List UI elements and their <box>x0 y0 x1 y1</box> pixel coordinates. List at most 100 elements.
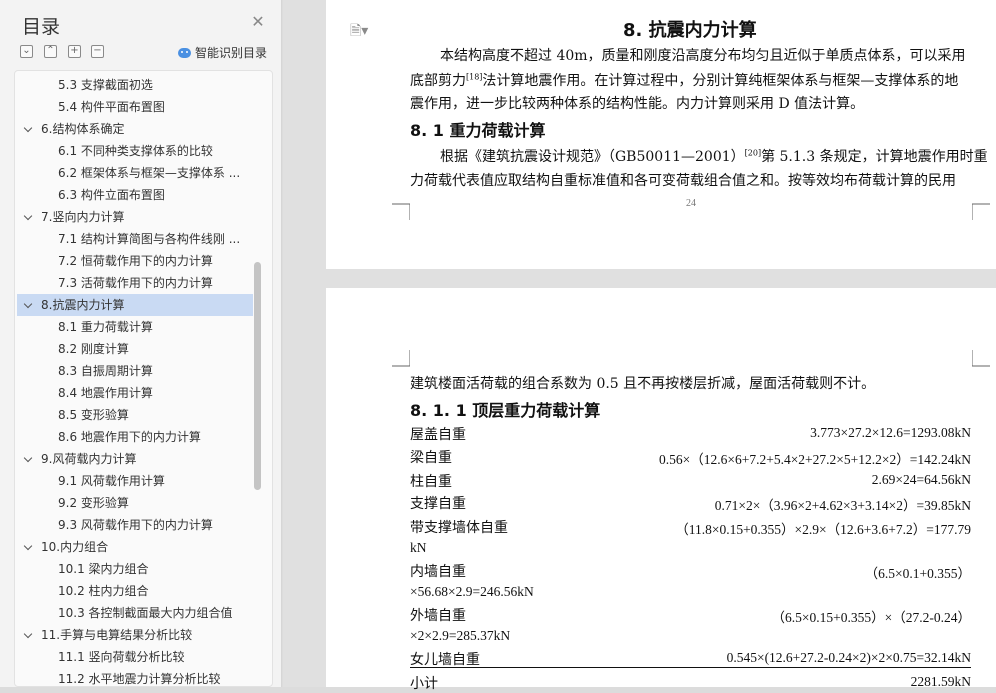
toc-section-item[interactable]: 6.2 框架体系与框架—支撑体系 ... <box>17 162 253 184</box>
toc-item-label: 10.2 柱内力组合 <box>58 584 149 598</box>
citation-ref[interactable]: [18] <box>466 72 482 81</box>
paragraph-line: 力荷载代表值应取结构自重标准值和各可变荷载组合值之和。按等效均布荷载计算的民用 <box>410 173 956 189</box>
toc-section-item[interactable]: 8.4 地震作用计算 <box>17 382 253 404</box>
toc-section-item[interactable]: 7.2 恒荷载作用下的内力计算 <box>17 250 253 272</box>
toc-item-label: 9.3 风荷载作用下的内力计算 <box>58 518 213 532</box>
toc-section-item[interactable]: 8.5 变形验算 <box>17 404 253 426</box>
toc-item-label: 8.抗震内力计算 <box>41 298 125 312</box>
toc-item-label: 11.2 水平地震力计算分析比较 <box>58 672 221 686</box>
toc-section-item[interactable]: 6.3 构件立面布置图 <box>17 184 253 206</box>
toc-panel: 目录 ✕ ⌄ ⌃ + − 智能识别目录 5.3 支撑截面初选 5.4 构件平面布置… <box>0 0 282 687</box>
collapse-all-icon[interactable]: ⌄ <box>20 45 33 58</box>
load-row-label: 支撑自重 <box>410 496 466 512</box>
page-number: 24 <box>686 198 696 209</box>
load-row-value: （11.8×0.15+0.355）×2.9×（12.6+3.6+7.2）=177… <box>675 522 971 537</box>
toc-chapter-item[interactable]: 8.抗震内力计算 <box>17 294 253 316</box>
toc-section-item[interactable]: 11.2 水平地震力计算分析比较 <box>17 668 253 686</box>
load-row-value: 0.56×（12.6×6+7.2+5.4×2+27.2×5+12.2×2）=14… <box>658 452 971 467</box>
toc-section-item[interactable]: 7.3 活荷载作用下的内力计算 <box>17 272 253 294</box>
toc-section-item[interactable]: 9.2 变形验算 <box>17 492 253 514</box>
page-icon[interactable]: 🗎▾ <box>350 20 368 44</box>
chevron-down-icon[interactable] <box>23 629 33 639</box>
chevron-down-icon[interactable] <box>23 123 33 133</box>
toc-item-label: 7.竖向内力计算 <box>41 210 125 224</box>
toc-chapter-item[interactable]: 7.竖向内力计算 <box>17 206 253 228</box>
load-row-value: （6.5×0.15+0.355）×（27.2-0.24） <box>771 610 971 625</box>
load-row-value: 0.71×2×（3.96×2+4.62×3+3.14×2）=39.85kN <box>714 498 971 513</box>
toc-section-item[interactable]: 11.1 竖向荷载分析比较 <box>17 646 253 668</box>
load-row-label: 梁自重 <box>410 450 452 466</box>
paragraph-line: 建筑楼面活荷载的组合系数为 0.5 且不再按楼层折减，屋面活荷载则不计。 <box>410 376 876 392</box>
toc-section-item[interactable]: 5.3 支撑截面初选 <box>17 74 253 96</box>
toc-item-label: 9.1 风荷载作用计算 <box>58 474 165 488</box>
load-row-value: 3.773×27.2×12.6=1293.08kN <box>810 425 971 440</box>
toc-chapter-item[interactable]: 9.风荷载内力计算 <box>17 448 253 470</box>
paragraph-line: 底部剪力[18]法计算地震作用。在计算过程中，分别计算纯框架体系与框架—支撑体系… <box>410 72 959 89</box>
remove-icon[interactable]: − <box>91 45 104 58</box>
chevron-down-icon[interactable] <box>23 453 33 463</box>
chevron-down-icon[interactable] <box>23 541 33 551</box>
chapter-heading: 8. 抗震内力计算 <box>623 20 757 41</box>
paragraph-line: 根据《建筑抗震设计规范》（GB50011—2001）[20]第 5.1.3 条规… <box>440 148 988 165</box>
toc-section-item[interactable]: 9.1 风荷载作用计算 <box>17 470 253 492</box>
chevron-down-icon[interactable] <box>23 211 33 221</box>
toc-item-label: 8.5 变形验算 <box>58 408 129 422</box>
toc-section-item[interactable]: 8.3 自振周期计算 <box>17 360 253 382</box>
load-row-label: 外墙自重 <box>410 608 466 624</box>
load-row-label: 带支撑墙体自重 <box>410 520 508 536</box>
crop-mark <box>972 350 990 367</box>
load-row-continuation: ×56.68×2.9=246.56kN <box>410 584 534 599</box>
toc-section-item[interactable]: 5.4 构件平面布置图 <box>17 96 253 118</box>
toc-item-label: 10.3 各控制截面最大内力组合值 <box>58 606 233 620</box>
toc-scrollbar[interactable] <box>254 262 261 490</box>
toc-item-label: 10.1 梁内力组合 <box>58 562 149 576</box>
load-row-value: 2.69×24=64.56kN <box>871 472 971 487</box>
toc-item-label: 11.手算与电算结果分析比较 <box>41 628 193 642</box>
total-rule <box>410 667 971 668</box>
close-icon[interactable]: ✕ <box>250 14 266 30</box>
paragraph-line: 本结构高度不超过 40m，质量和刚度沿高度分布均匀且近似于单质点体系，可以采用 <box>440 48 966 64</box>
toc-item-label: 9.2 变形验算 <box>58 496 129 510</box>
toc-section-item[interactable]: 8.1 重力荷载计算 <box>17 316 253 338</box>
chevron-down-icon[interactable] <box>23 299 33 309</box>
citation-ref[interactable]: [20] <box>745 148 761 157</box>
toc-section-item[interactable]: 10.1 梁内力组合 <box>17 558 253 580</box>
load-row-label: 内墙自重 <box>410 564 466 580</box>
crop-mark <box>972 203 990 220</box>
ai-toc-button[interactable]: 智能识别目录 <box>178 44 267 61</box>
load-row-value: 2281.59kN <box>910 674 971 689</box>
toc-item-label: 6.2 框架体系与框架—支撑体系 ... <box>58 166 241 180</box>
toc-chapter-item[interactable]: 11.手算与电算结果分析比较 <box>17 624 253 646</box>
toc-title: 目录 <box>22 16 61 38</box>
toc-item-label: 8.4 地震作用计算 <box>58 386 153 400</box>
toc-item-label: 6.结构体系确定 <box>41 122 125 136</box>
toc-section-item[interactable]: 7.1 结构计算简图与各构件线刚 ... <box>17 228 253 250</box>
expand-all-icon[interactable]: ⌃ <box>44 45 57 58</box>
toc-item-label: 8.1 重力荷载计算 <box>58 320 153 334</box>
toc-chapter-item[interactable]: 10.内力组合 <box>17 536 253 558</box>
toc-item-label: 10.内力组合 <box>41 540 109 554</box>
toc-section-item[interactable]: 8.2 刚度计算 <box>17 338 253 360</box>
toc-item-label: 6.3 构件立面布置图 <box>58 188 165 202</box>
toc-section-item[interactable]: 9.3 风荷载作用下的内力计算 <box>17 514 253 536</box>
toc-section-item[interactable]: 8.6 地震作用下的内力计算 <box>17 426 253 448</box>
crop-mark <box>392 203 410 220</box>
toc-item-label: 11.1 竖向荷载分析比较 <box>58 650 185 664</box>
load-row-label: 女儿墙自重 <box>410 652 480 668</box>
toc-item-label: 6.1 不同种类支撑体系的比较 <box>58 144 213 158</box>
toc-item-label: 5.4 构件平面布置图 <box>58 100 165 114</box>
toc-section-item[interactable]: 10.2 柱内力组合 <box>17 580 253 602</box>
toc-item-label: 7.2 恒荷载作用下的内力计算 <box>58 254 213 268</box>
toc-item-label: 8.2 刚度计算 <box>58 342 129 356</box>
paragraph-line: 震作用，进一步比较两种体系的结构性能。内力计算则采用 D 值法计算。 <box>410 96 865 112</box>
ai-toc-label: 智能识别目录 <box>195 46 268 60</box>
toc-chapter-item[interactable]: 6.结构体系确定 <box>17 118 253 140</box>
toc-section-item[interactable]: 10.3 各控制截面最大内力组合值 <box>17 602 253 624</box>
toc-list: 5.3 支撑截面初选 5.4 构件平面布置图 6.结构体系确定 6.1 不同种类支撑体… <box>14 70 273 687</box>
load-row-label: 柱自重 <box>410 474 452 490</box>
load-row-value: 0.545×(12.6+27.2-0.24×2)×2×0.75=32.14kN <box>726 650 971 665</box>
subsection-heading: 8. 1. 1 顶层重力荷载计算 <box>410 401 601 420</box>
add-icon[interactable]: + <box>68 45 81 58</box>
toc-section-item[interactable]: 6.1 不同种类支撑体系的比较 <box>17 140 253 162</box>
load-row-continuation: ×2×2.9=285.37kN <box>410 628 511 643</box>
